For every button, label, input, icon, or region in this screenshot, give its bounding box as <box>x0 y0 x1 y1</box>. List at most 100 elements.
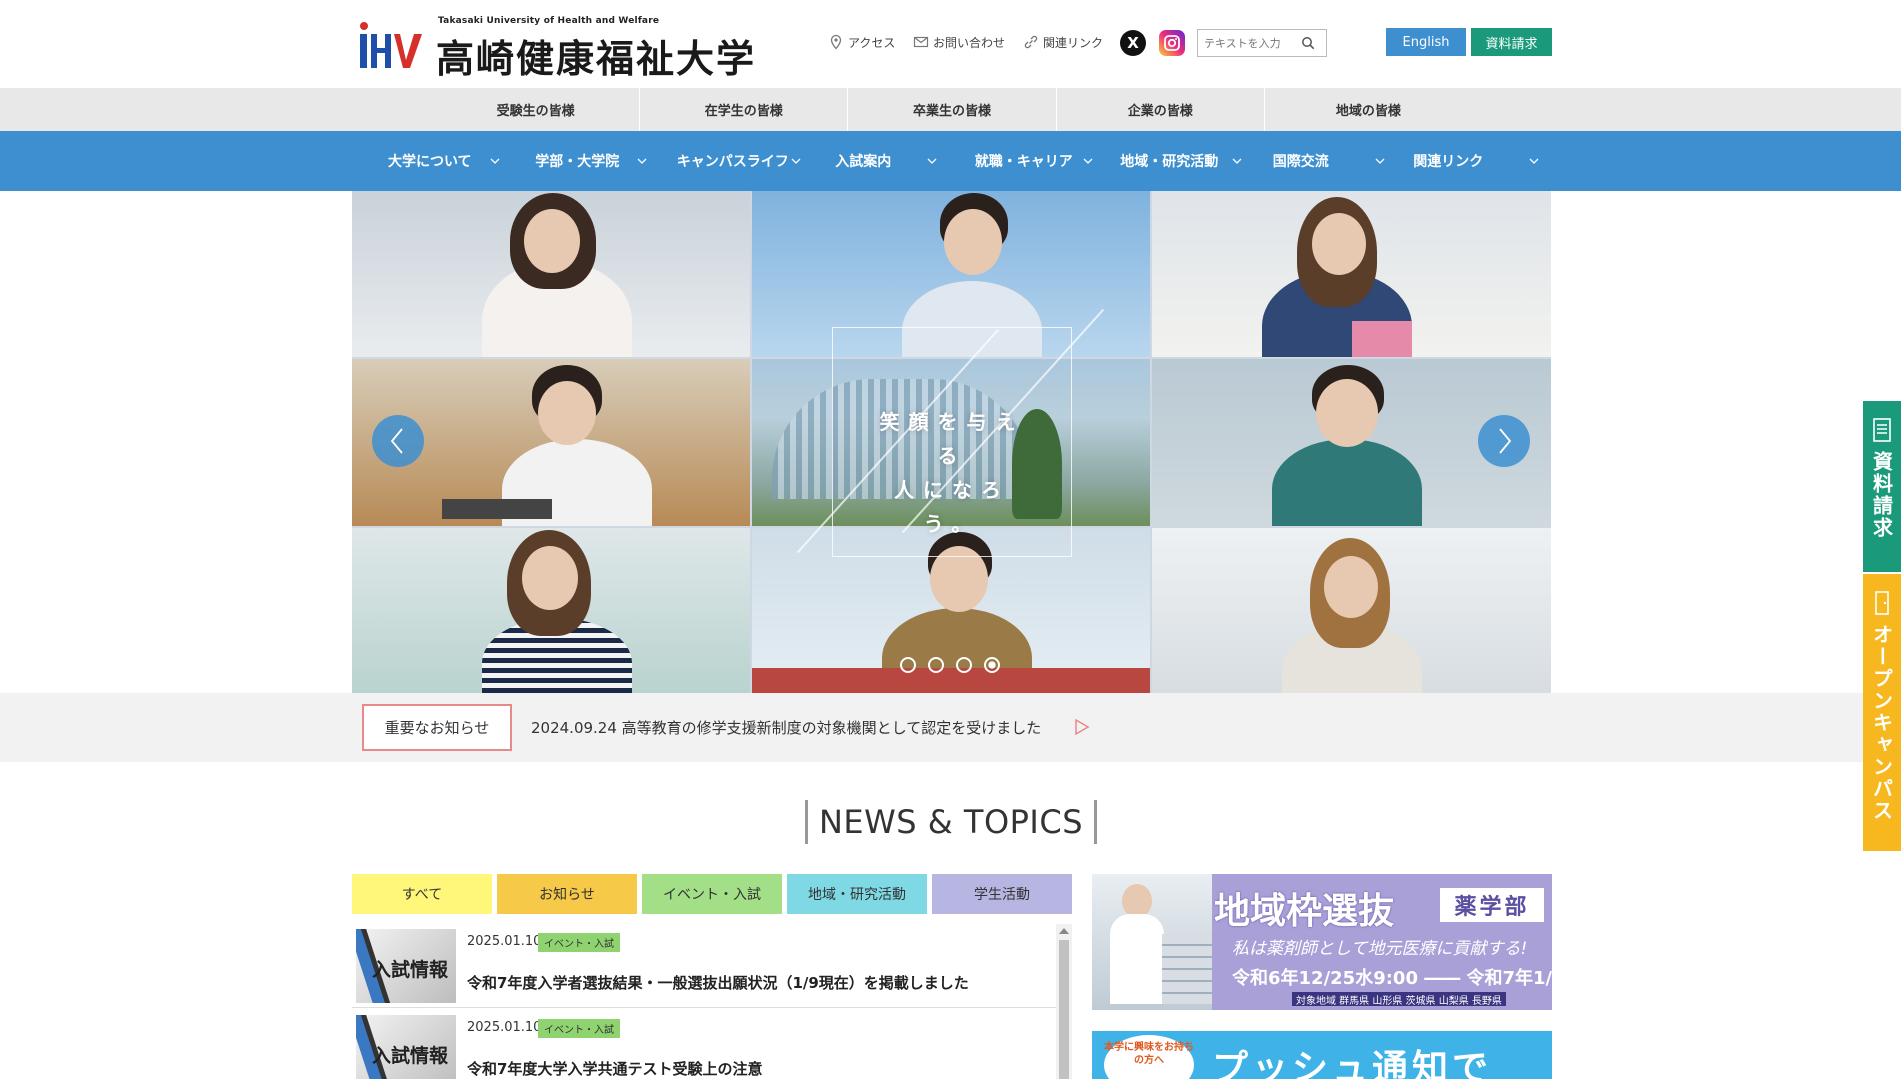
audience-item-applicants[interactable]: 受験生の皆様 <box>432 88 641 131</box>
link-icon <box>1024 35 1038 49</box>
x-social-link[interactable]: X <box>1120 30 1146 56</box>
hero-photo-student-8 <box>1152 528 1551 693</box>
news-thumbnail-text: 入試情報 <box>372 1045 449 1067</box>
document-icon <box>1873 418 1891 442</box>
news-filter-tabs: すべて お知らせ イベント・入試 地域・研究活動 学生活動 <box>352 874 1072 914</box>
hero-dot-1[interactable] <box>900 657 916 673</box>
contact-label: お問い合わせ <box>933 35 1006 50</box>
audience-item-community[interactable]: 地域の皆様 <box>1265 88 1472 131</box>
search-button[interactable] <box>1298 33 1318 53</box>
news-title[interactable]: 令和7年度大学入学共通テスト受験上の注意 <box>467 1058 762 1079</box>
main-nav: 大学について 学部・大学院 キャンパスライフ 入試案内 就職・キャリア 地域・研… <box>0 131 1901 191</box>
chevron-down-icon <box>791 158 801 164</box>
nav-item-research[interactable]: 地域・研究活動 <box>1108 131 1256 191</box>
nav-item-label: 大学について <box>387 154 472 170</box>
logo-japanese-name: 高崎健康福祉大学 <box>436 37 757 81</box>
access-link[interactable]: アクセス <box>828 30 895 54</box>
chevron-down-icon <box>1529 158 1539 164</box>
important-notice-link[interactable]: 2024.09.24 高等教育の修学支援新制度の対象機関として認定を受けました <box>531 717 1041 738</box>
nav-item-related-links[interactable]: 関連リンク <box>1403 131 1551 191</box>
nav-item-label: 国際交流 <box>1272 154 1329 170</box>
related-links-label: 関連リンク <box>1043 35 1104 50</box>
hero-photo-student-3 <box>1152 191 1551 357</box>
nav-item-faculties[interactable]: 学部・大学院 <box>518 131 666 191</box>
banner-date-range: 令和6年12/25水9:00 ―― 令和7年1/27月16:00 <box>1232 968 1552 989</box>
audience-item-companies[interactable]: 企業の皆様 <box>1057 88 1265 131</box>
hero-next-button[interactable] <box>1478 415 1530 467</box>
news-category-badge: イベント・入試 <box>538 1019 620 1038</box>
news-thumbnail: 入試情報 <box>356 929 456 1003</box>
chevron-down-icon <box>637 158 647 164</box>
nav-item-label: 関連リンク <box>1413 154 1484 170</box>
mail-icon <box>913 36 929 48</box>
x-logo-icon: X <box>1127 34 1139 52</box>
chevron-down-icon <box>490 158 500 164</box>
news-item[interactable]: 入試情報 2025.01.10 イベント・入試 令和7年度入学者選抜結果・一般選… <box>352 924 1056 1008</box>
banner-title: 地域枠選抜 <box>1214 891 1395 932</box>
news-section-title: NEWS & TOPICS <box>805 800 1097 844</box>
hero-copy-line-1: 笑顔を与える <box>879 410 1025 468</box>
nav-item-career[interactable]: 就職・キャリア <box>960 131 1108 191</box>
scroll-thumb[interactable] <box>1059 940 1069 1079</box>
instagram-social-link[interactable] <box>1159 30 1185 56</box>
site-search <box>1197 29 1327 57</box>
hero-pagination <box>900 657 1000 673</box>
side-open-campus-tab[interactable]: オープンキャンパス <box>1863 574 1901 851</box>
nav-item-label: 学部・大学院 <box>535 154 620 170</box>
audience-item-students[interactable]: 在学生の皆様 <box>640 88 849 131</box>
banner-photo-pharmacist <box>1092 874 1212 1010</box>
nav-item-international[interactable]: 国際交流 <box>1255 131 1403 191</box>
nav-item-campus-life[interactable]: キャンパスライフ <box>665 131 813 191</box>
chevron-down-icon <box>1375 158 1385 164</box>
news-scrollbar[interactable] <box>1056 924 1072 1079</box>
side-request-materials-tab[interactable]: 資料請求 <box>1863 401 1901 572</box>
search-input[interactable] <box>1198 31 1298 55</box>
hero-dot-3[interactable] <box>956 657 972 673</box>
request-materials-button[interactable]: 資料請求 <box>1471 28 1552 56</box>
banner-push-text: プッシュ通知で <box>1212 1048 1493 1079</box>
nav-item-admissions[interactable]: 入試案内 <box>813 131 961 191</box>
news-list: 入試情報 2025.01.10 イベント・入試 令和7年度入学者選抜結果・一般選… <box>352 924 1072 1079</box>
chevron-left-icon <box>390 428 403 454</box>
tab-events-admissions[interactable]: イベント・入試 <box>642 874 782 914</box>
hero-catchphrase: 笑顔を与える 人になろう。 <box>867 405 1037 541</box>
instagram-icon <box>1164 35 1180 51</box>
regional-selection-banner[interactable]: 地域枠選抜 薬学部 私は薬剤師として地元医療に貢献する! 令和6年12/25水9… <box>1092 874 1552 1010</box>
hero-dot-4[interactable] <box>984 657 1000 673</box>
site-header: Takasaki University of Health and Welfar… <box>0 0 1901 88</box>
tab-notices[interactable]: お知らせ <box>497 874 637 914</box>
news-item[interactable]: 入試情報 2025.01.10 イベント・入試 令和7年度大学入学共通テスト受験… <box>352 1010 1056 1079</box>
important-notice-bar: 重要なお知らせ 2024.09.24 高等教育の修学支援新制度の対象機関として認… <box>0 693 1901 762</box>
banner-faculty-badge: 薬学部 <box>1440 888 1544 922</box>
chevron-down-icon <box>927 158 937 164</box>
news-thumbnail-text: 入試情報 <box>372 959 449 981</box>
news-date: 2025.01.10 <box>467 1020 542 1035</box>
audience-nav: 受験生の皆様 在学生の皆様 卒業生の皆様 企業の皆様 地域の皆様 <box>0 88 1901 131</box>
site-logo[interactable]: Takasaki University of Health and Welfar… <box>358 16 754 81</box>
related-links-link[interactable]: 関連リンク <box>1023 30 1103 54</box>
audience-item-alumni[interactable]: 卒業生の皆様 <box>848 88 1057 131</box>
hero-slider: 笑顔を与える 人になろう。 <box>352 191 1551 693</box>
tab-all[interactable]: すべて <box>352 874 492 914</box>
access-label: アクセス <box>848 35 896 50</box>
play-arrow-icon[interactable] <box>1074 718 1090 736</box>
hero-photo-student-6 <box>352 528 750 693</box>
nav-item-about[interactable]: 大学について <box>370 131 518 191</box>
tab-community-research[interactable]: 地域・研究活動 <box>787 874 927 914</box>
news-category-badge: イベント・入試 <box>538 933 620 952</box>
important-notice-label: 重要なお知らせ <box>362 704 512 751</box>
door-icon <box>1875 591 1889 615</box>
hero-dot-2[interactable] <box>928 657 944 673</box>
search-icon <box>1302 37 1315 50</box>
contact-link[interactable]: お問い合わせ <box>913 30 1005 54</box>
english-button[interactable]: English <box>1386 28 1466 56</box>
news-thumbnail: 入試情報 <box>356 1015 456 1079</box>
hero-prev-button[interactable] <box>372 415 424 467</box>
push-notification-banner[interactable]: 本学に興味をお持ちの方へ プッシュ通知で <box>1092 1031 1552 1079</box>
chevron-right-icon <box>1499 428 1512 454</box>
tab-student-activities[interactable]: 学生活動 <box>932 874 1072 914</box>
banner-subtitle: 私は薬剤師として地元医療に貢献する! <box>1232 939 1528 959</box>
scroll-up-icon[interactable] <box>1059 928 1069 934</box>
logo-english-name: Takasaki University of Health and Welfar… <box>438 16 660 26</box>
news-title[interactable]: 令和7年度入学者選抜結果・一般選抜出願状況（1/9現在）を掲載しました <box>467 972 969 993</box>
